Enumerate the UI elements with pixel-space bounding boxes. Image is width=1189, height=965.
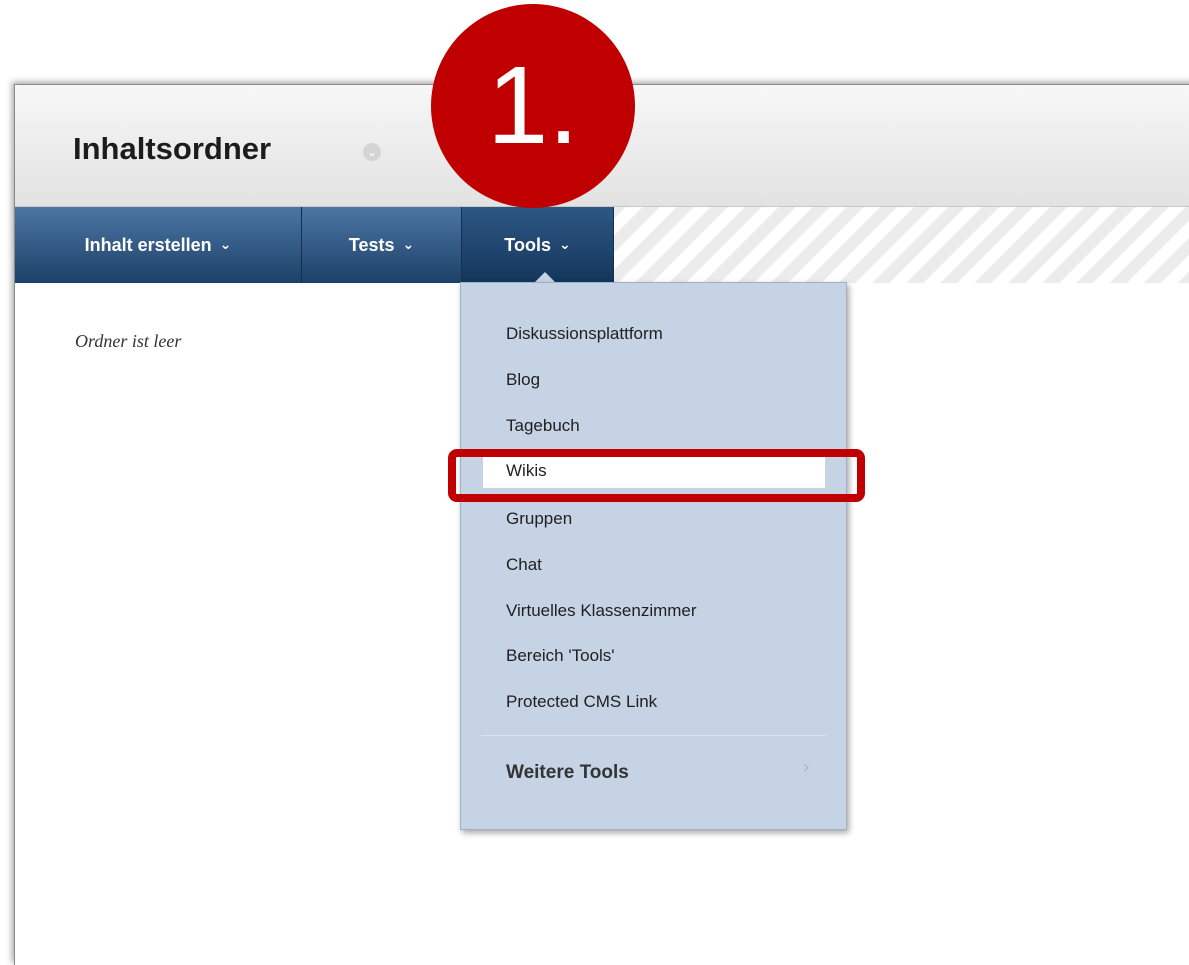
tests-button[interactable]: Tests ⌄	[302, 207, 462, 283]
menu-item-tools-area[interactable]: Bereich 'Tools'	[506, 646, 615, 666]
page-title: Inhaltsordner	[73, 131, 272, 166]
chevron-right-icon: ›	[802, 757, 810, 778]
tools-dropdown-menu: Diskussionsplattform Blog Tagebuch Wikis…	[460, 282, 847, 830]
chevron-down-icon: ⌄	[219, 237, 232, 253]
menu-item-tagebuch[interactable]: Tagebuch	[506, 416, 580, 436]
menu-item-virtual-classroom[interactable]: Virtuelles Klassenzimmer	[506, 601, 697, 621]
content-folder-frame: Inhaltsordner ⌄ Inhalt erstellen ⌄ Tests…	[14, 84, 1189, 965]
create-content-label: Inhalt erstellen	[84, 234, 212, 255]
chevron-down-icon: ⌄	[402, 237, 415, 253]
highlight-annotation-box	[448, 449, 865, 502]
menu-divider	[481, 735, 826, 736]
tools-label: Tools	[504, 234, 551, 255]
empty-folder-message: Ordner ist leer	[75, 331, 182, 351]
chevron-down-icon: ⌄	[558, 237, 571, 253]
menu-item-gruppen[interactable]: Gruppen	[506, 509, 572, 529]
tests-label: Tests	[348, 234, 395, 255]
create-content-button[interactable]: Inhalt erstellen ⌄	[15, 207, 302, 283]
more-tools-item[interactable]: Weitere Tools	[506, 762, 629, 784]
menu-item-protected-cms-link[interactable]: Protected CMS Link	[506, 692, 657, 712]
menu-item-chat[interactable]: Chat	[506, 555, 542, 575]
menu-item-diskussionsplattform[interactable]: Diskussionsplattform	[506, 324, 663, 344]
menu-item-blog[interactable]: Blog	[506, 370, 540, 390]
step-number-badge: 1.	[431, 4, 635, 208]
chevron-down-icon[interactable]: ⌄	[363, 143, 381, 161]
action-toolbar: Inhalt erstellen ⌄ Tests ⌄ Tools ⌄	[15, 207, 1189, 283]
